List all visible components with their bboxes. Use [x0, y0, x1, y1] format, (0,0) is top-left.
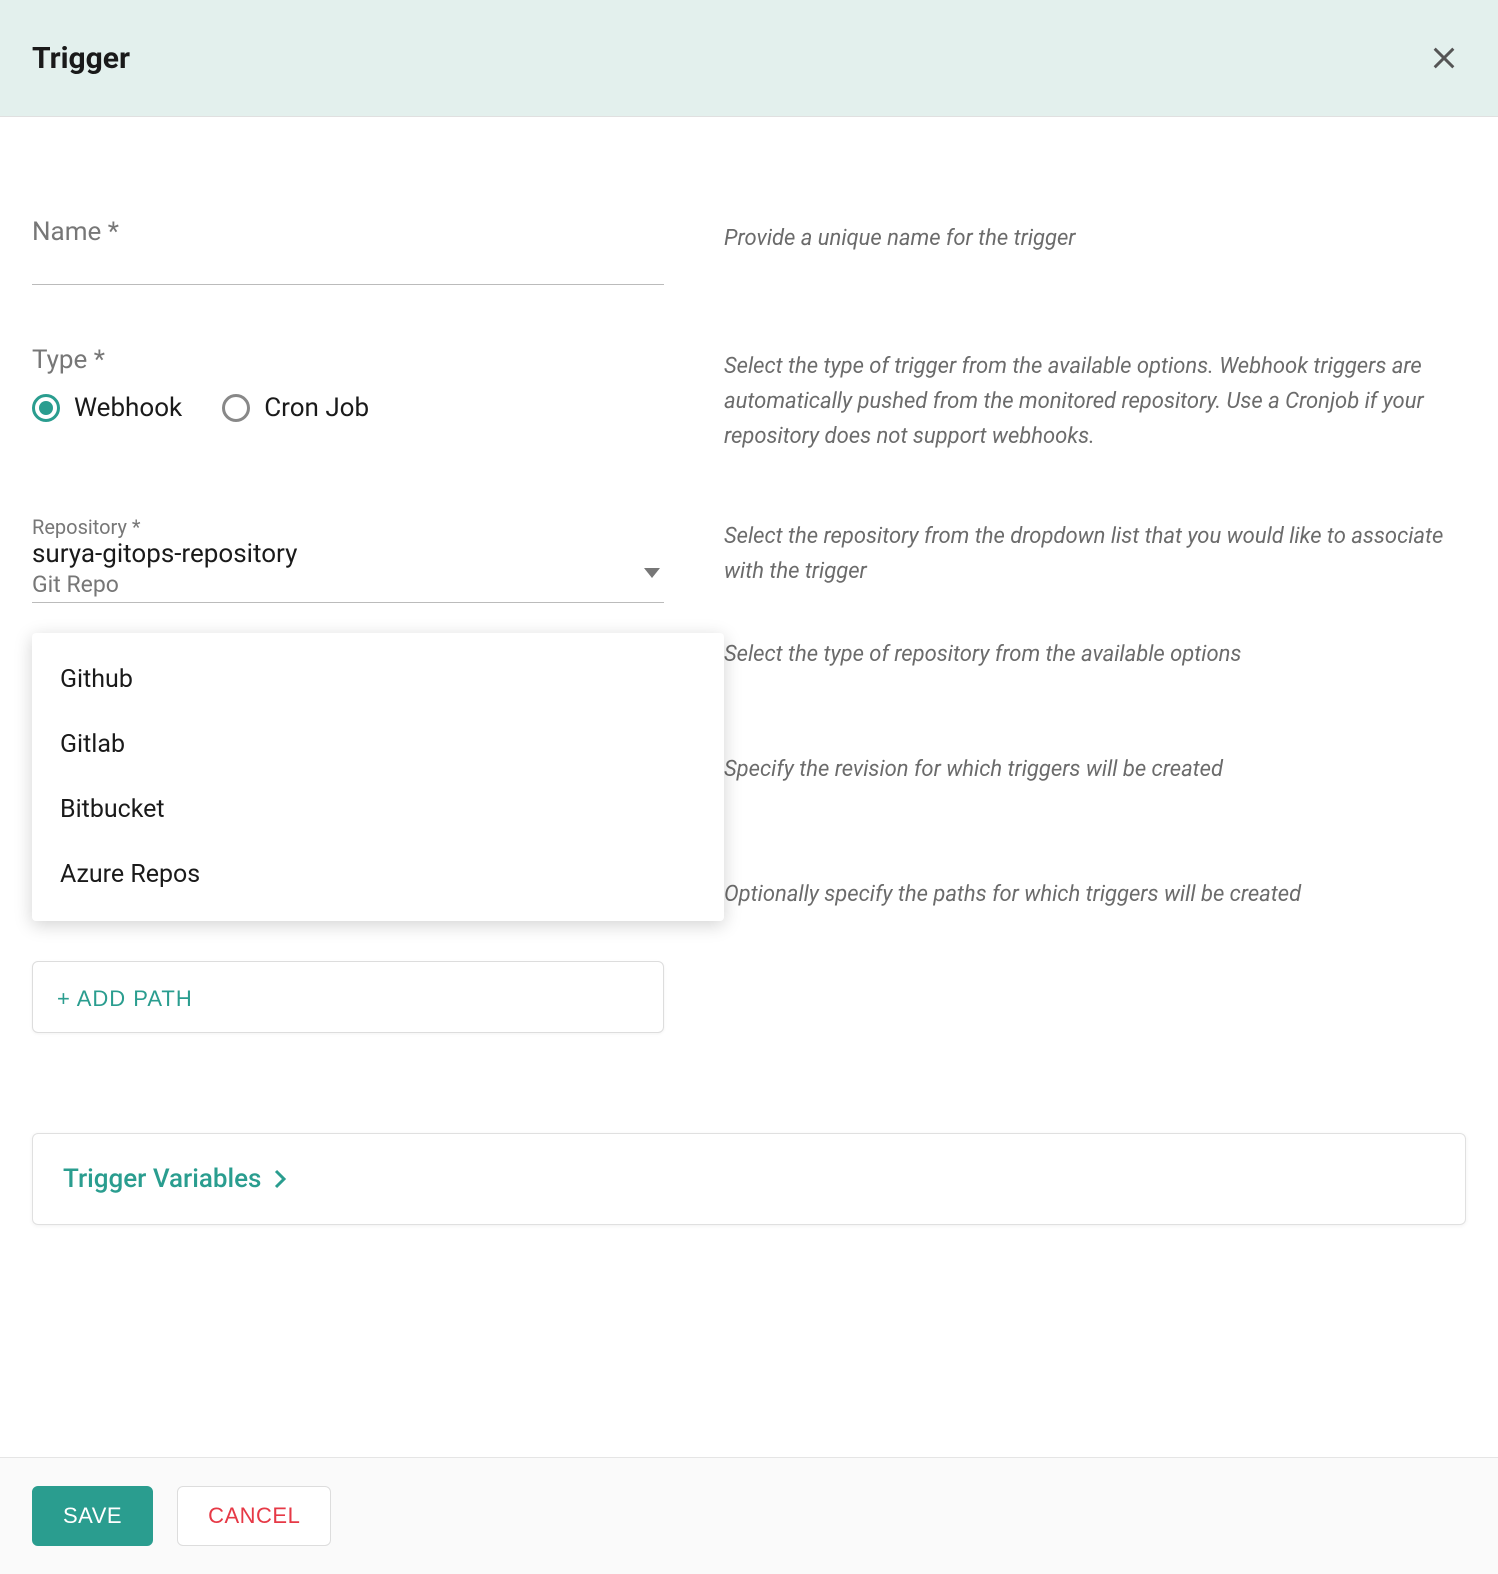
radio-cronjob[interactable]: Cron Job [222, 393, 369, 423]
form-row-name: Name * Provide a unique name for the tri… [32, 217, 1466, 285]
close-button[interactable] [1422, 36, 1466, 80]
cancel-button[interactable]: CANCEL [177, 1486, 331, 1546]
modal-body: Name * Provide a unique name for the tri… [0, 117, 1498, 1265]
repository-value: surya-gitops-repository [32, 539, 664, 569]
close-icon [1430, 44, 1458, 72]
repository-type-dropdown: Github Gitlab Bitbucket Azure Repos [32, 633, 724, 921]
type-help: Select the type of trigger from the avai… [724, 349, 1466, 455]
trigger-variables-section[interactable]: Trigger Variables [32, 1133, 1466, 1225]
dropdown-item-bitbucket[interactable]: Bitbucket [32, 777, 724, 842]
add-path-button[interactable]: + ADD PATH [57, 986, 193, 1012]
form-row-repository-type: Github Gitlab Bitbucket Azure Repos + AD… [32, 633, 1466, 1033]
repository-type-help: Select the type of repository from the a… [724, 637, 1466, 672]
save-button[interactable]: SAVE [32, 1486, 153, 1546]
modal-title: Trigger [32, 41, 130, 76]
paths-help: Optionally specify the paths for which t… [724, 877, 1466, 912]
chevron-down-icon [644, 563, 660, 582]
form-row-type: Type * Webhook Cron Job Select the type … [32, 345, 1466, 455]
radio-icon [222, 394, 250, 422]
repository-label: Repository * [32, 515, 664, 539]
paths-box: + ADD PATH [32, 961, 664, 1033]
radio-icon [32, 394, 60, 422]
revision-help: Specify the revision for which triggers … [724, 752, 1466, 787]
name-label: Name * [32, 217, 664, 247]
type-label: Type * [32, 345, 664, 375]
repository-help: Select the repository from the dropdown … [724, 519, 1466, 589]
name-input-wrap: Name * [32, 217, 664, 285]
modal-footer: SAVE CANCEL [0, 1457, 1498, 1574]
name-help: Provide a unique name for the trigger [724, 221, 1466, 256]
chevron-right-icon [273, 1169, 287, 1189]
dropdown-item-github[interactable]: Github [32, 647, 724, 712]
repository-select[interactable]: Repository * surya-gitops-repository Git… [32, 515, 664, 603]
repository-subvalue: Git Repo [32, 571, 664, 598]
dropdown-item-azure-repos[interactable]: Azure Repos [32, 842, 724, 907]
dropdown-item-gitlab[interactable]: Gitlab [32, 712, 724, 777]
type-radio-group: Webhook Cron Job [32, 393, 664, 423]
form-row-repository: Repository * surya-gitops-repository Git… [32, 515, 1466, 603]
modal-header: Trigger [0, 0, 1498, 117]
radio-label-cronjob: Cron Job [264, 393, 369, 423]
radio-label-webhook: Webhook [74, 393, 182, 423]
radio-webhook[interactable]: Webhook [32, 393, 182, 423]
trigger-variables-title: Trigger Variables [63, 1164, 261, 1194]
name-input[interactable] [32, 251, 664, 282]
